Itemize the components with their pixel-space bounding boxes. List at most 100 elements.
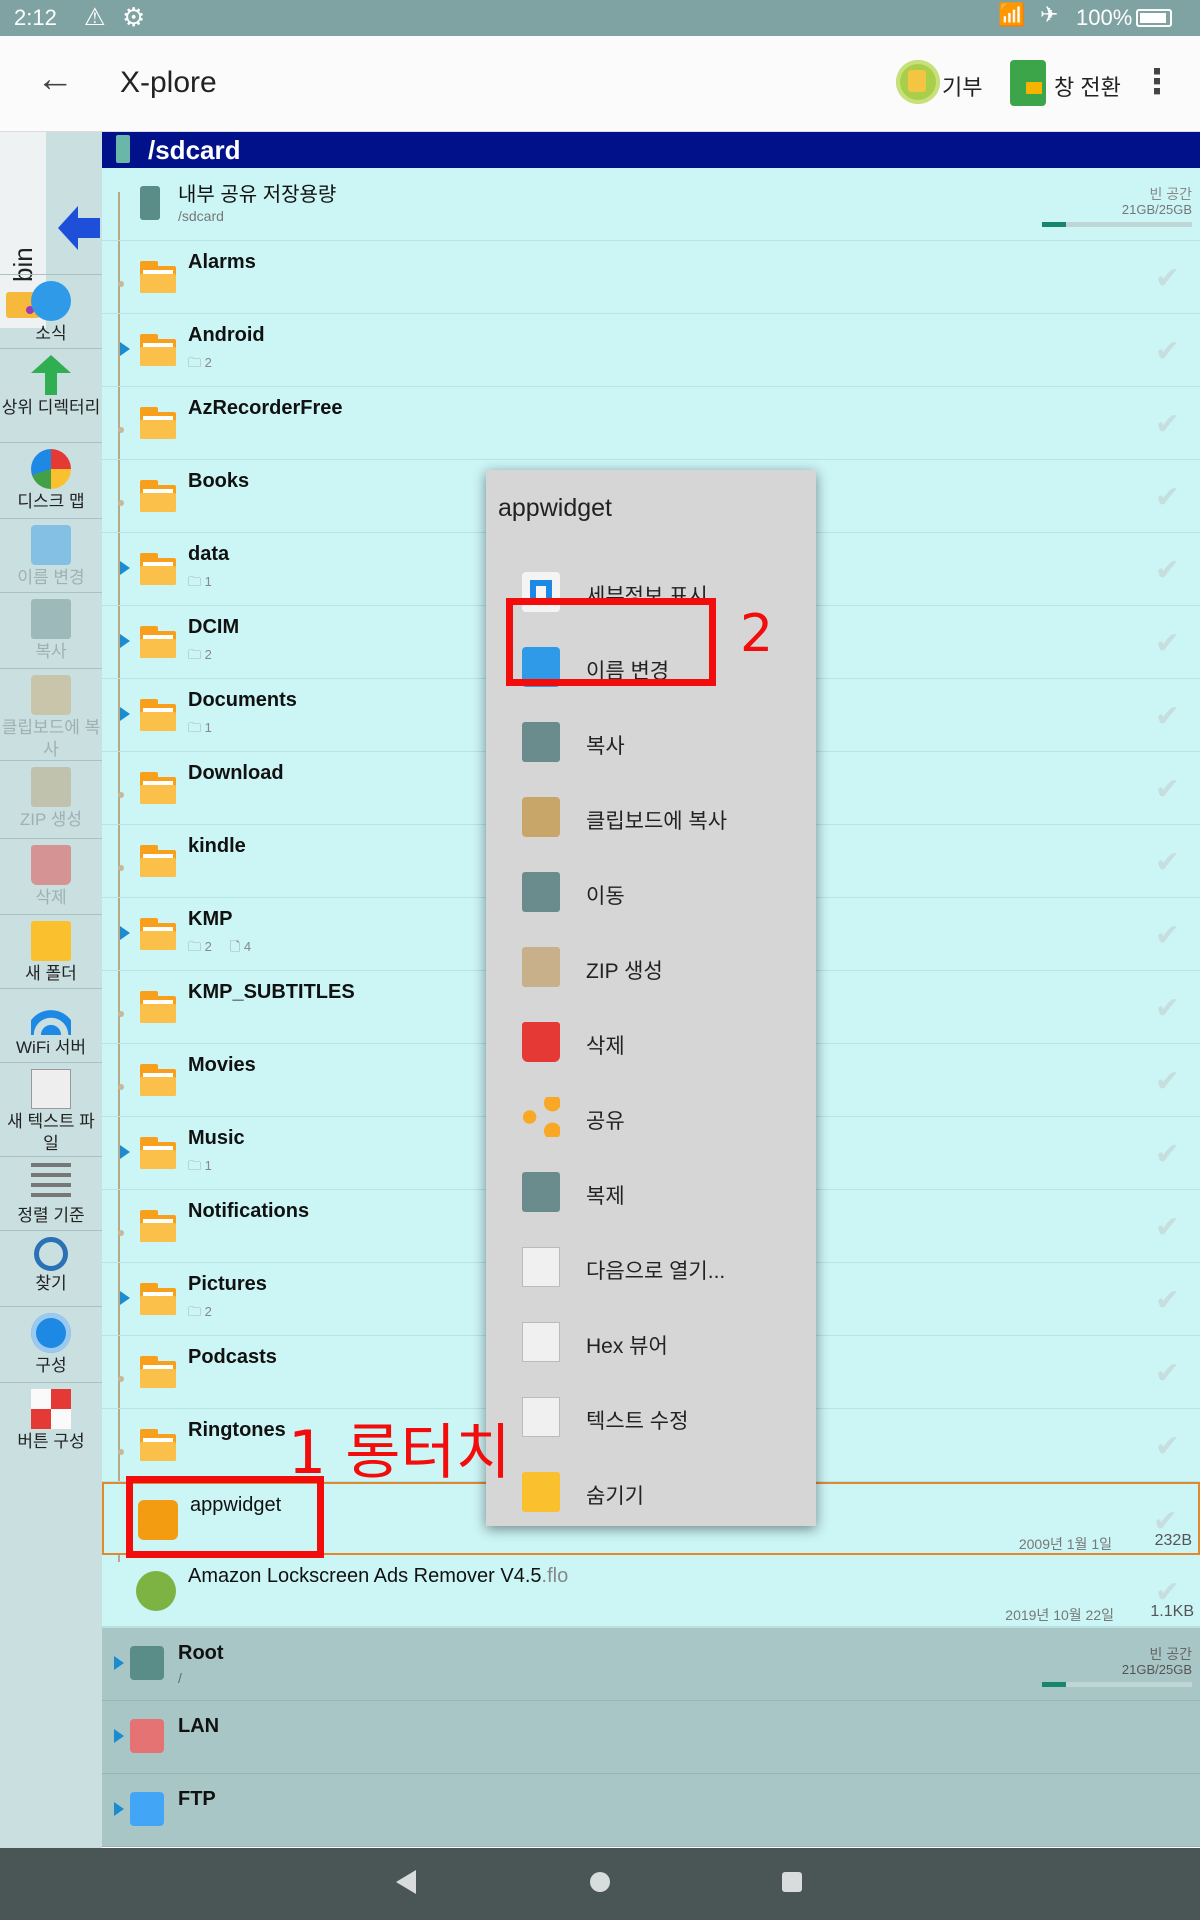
- folder-icon: [140, 1283, 176, 1315]
- group-row-lan[interactable]: LAN: [102, 1701, 1200, 1774]
- select-check-icon[interactable]: ✔: [1155, 991, 1180, 1026]
- select-check-icon[interactable]: ✔: [1155, 334, 1180, 369]
- select-check-icon[interactable]: ✔: [1155, 480, 1180, 515]
- menu-item-open-with[interactable]: 다음으로 열기...: [486, 1229, 816, 1304]
- select-check-icon[interactable]: ✔: [1155, 772, 1180, 807]
- select-check-icon[interactable]: ✔: [1155, 1064, 1180, 1099]
- menu-item-hex-viewer[interactable]: Hex 뷰어: [486, 1304, 816, 1379]
- sidebar-button-sort[interactable]: 정렬 기준: [0, 1156, 102, 1230]
- menu-item-move[interactable]: 이동: [486, 854, 816, 929]
- sidebar-button-info[interactable]: 소식: [0, 274, 102, 348]
- menu-item-hide[interactable]: 숨기기: [486, 1454, 816, 1529]
- sidebar-button-trash[interactable]: 삭제: [0, 838, 102, 914]
- group-row-ftp[interactable]: FTP: [102, 1774, 1200, 1847]
- group-row-root[interactable]: Root / 빈 공간 21GB/25GB: [102, 1628, 1200, 1701]
- select-check-icon[interactable]: ✔: [1155, 1575, 1180, 1610]
- switch-window-icon[interactable]: [1010, 60, 1046, 106]
- expand-arrow-icon[interactable]: [114, 1802, 124, 1816]
- sidebar-button-rename[interactable]: 이름 변경: [0, 518, 102, 592]
- panel-switch-arrow-icon[interactable]: [58, 206, 100, 250]
- file-row-amazon-lockscreen-ads-remover-v4-5[interactable]: Amazon Lockscreen Ads Remover V4.5.flo 20…: [102, 1555, 1200, 1628]
- file-date: 2009년 1월 1일: [1018, 1536, 1112, 1552]
- new-text-file-icon: [31, 1069, 71, 1109]
- donate-button[interactable]: 기부: [942, 70, 982, 102]
- nav-back-icon[interactable]: [396, 1870, 416, 1894]
- menu-item-copy[interactable]: 복사: [486, 704, 816, 779]
- select-check-icon[interactable]: ✔: [1155, 1429, 1180, 1464]
- donate-beer-icon[interactable]: [896, 60, 940, 104]
- menu-item-zip[interactable]: ZIP 생성: [486, 929, 816, 1004]
- app-bar: ← X-plore 기부 창 전환 ⋮: [0, 36, 1200, 132]
- switch-window-button[interactable]: 창 전환: [1054, 70, 1121, 102]
- group-name: FTP: [178, 1788, 216, 1810]
- back-arrow-icon[interactable]: ←: [36, 58, 74, 101]
- expand-arrow-icon[interactable]: [120, 926, 130, 940]
- select-check-icon[interactable]: ✔: [1155, 699, 1180, 734]
- nav-recent-apps-icon[interactable]: [782, 1872, 802, 1892]
- nav-home-icon[interactable]: [590, 1872, 610, 1892]
- storage-row[interactable]: 내부 공유 저장용량 /sdcard 빈 공간 21GB/25GB: [102, 168, 1200, 241]
- hex-viewer-icon: [522, 1322, 560, 1362]
- copy-icon: [31, 599, 71, 639]
- battery-icon: [1136, 9, 1172, 27]
- select-check-icon[interactable]: ✔: [1155, 918, 1180, 953]
- menu-item-duplicate[interactable]: 복제: [486, 1154, 816, 1229]
- expand-arrow-icon[interactable]: [120, 342, 130, 356]
- folder-name: kindle: [188, 835, 246, 857]
- tree-node-dot: [118, 792, 124, 798]
- menu-item-share[interactable]: 공유: [486, 1079, 816, 1154]
- menu-item-text-edit[interactable]: 텍스트 수정: [486, 1379, 816, 1454]
- select-check-icon[interactable]: ✔: [1153, 1504, 1178, 1539]
- select-check-icon[interactable]: ✔: [1155, 626, 1180, 661]
- menu-item-label: ZIP 생성: [586, 960, 663, 983]
- lan-icon: [130, 1719, 164, 1753]
- expand-arrow-icon[interactable]: [114, 1656, 124, 1670]
- more-options-icon[interactable]: ⋮: [1140, 62, 1174, 102]
- duplicate-icon: [522, 1172, 560, 1212]
- expand-arrow-icon[interactable]: [120, 707, 130, 721]
- sidebar-button-button-config[interactable]: 버튼 구성: [0, 1382, 102, 1462]
- folder-row-alarms[interactable]: Alarms ✔: [102, 241, 1200, 314]
- sidebar-button-disk-map[interactable]: 디스크 맵: [0, 442, 102, 518]
- menu-item-label: 텍스트 수정: [586, 1410, 689, 1433]
- folder-name: Download: [188, 762, 284, 784]
- expand-arrow-icon[interactable]: [120, 1145, 130, 1159]
- wifi-status-icon: 📶: [998, 2, 1026, 27]
- menu-item-clipboard[interactable]: 클립보드에 복사: [486, 779, 816, 854]
- folder-name: Ringtones: [188, 1419, 286, 1441]
- sidebar-button-new-text-file[interactable]: 새 텍스트 파일: [0, 1062, 102, 1156]
- sidebar-button-label: 구성: [35, 1356, 67, 1375]
- expand-arrow-icon[interactable]: [120, 1291, 130, 1305]
- sidebar-button-wifi[interactable]: WiFi 서버: [0, 988, 102, 1062]
- folder-row-android[interactable]: Android 🗀 2 ✔: [102, 314, 1200, 387]
- folder-name: Movies: [188, 1054, 256, 1076]
- tree-node-dot: [118, 427, 124, 433]
- sidebar-button-label: 찾기: [35, 1274, 67, 1293]
- sidebar-button-settings[interactable]: 구성: [0, 1306, 102, 1382]
- select-check-icon[interactable]: ✔: [1155, 553, 1180, 588]
- move-icon: [522, 872, 560, 912]
- sidebar-button-label: 클립보드에 복사: [1, 718, 101, 759]
- sidebar-button-copy[interactable]: 복사: [0, 592, 102, 668]
- select-check-icon[interactable]: ✔: [1155, 407, 1180, 442]
- expand-arrow-icon[interactable]: [120, 561, 130, 575]
- storage-name: 내부 공유 저장용량: [178, 184, 337, 206]
- open-with-icon: [522, 1247, 560, 1287]
- settings-icon: [31, 1313, 71, 1353]
- menu-item-trash[interactable]: 삭제: [486, 1004, 816, 1079]
- sidebar-button-clipboard[interactable]: 클립보드에 복사: [0, 668, 102, 760]
- folder-row-azrecorderfree[interactable]: AzRecorderFree ✔: [102, 387, 1200, 460]
- select-check-icon[interactable]: ✔: [1155, 1283, 1180, 1318]
- select-check-icon[interactable]: ✔: [1155, 1137, 1180, 1172]
- tree-node-dot: [118, 865, 124, 871]
- sidebar-button-up-arrow[interactable]: 상위 디렉터리: [0, 348, 102, 442]
- expand-arrow-icon[interactable]: [120, 634, 130, 648]
- sidebar-button-zip[interactable]: ZIP 생성: [0, 760, 102, 838]
- expand-arrow-icon[interactable]: [114, 1729, 124, 1743]
- select-check-icon[interactable]: ✔: [1155, 261, 1180, 296]
- sidebar-button-new-folder[interactable]: 새 폴더: [0, 914, 102, 988]
- select-check-icon[interactable]: ✔: [1155, 1356, 1180, 1391]
- sidebar-button-search[interactable]: 찾기: [0, 1230, 102, 1306]
- select-check-icon[interactable]: ✔: [1155, 845, 1180, 880]
- select-check-icon[interactable]: ✔: [1155, 1210, 1180, 1245]
